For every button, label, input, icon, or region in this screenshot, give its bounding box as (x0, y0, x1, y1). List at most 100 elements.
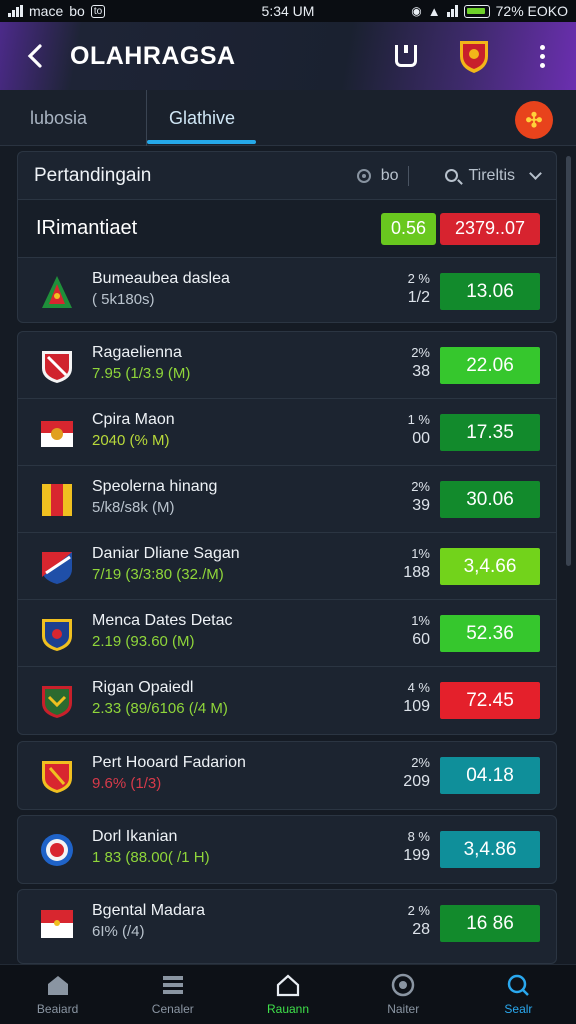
odds-button[interactable]: 13.06 (440, 273, 540, 310)
percent-label: 2 % (407, 903, 430, 918)
nav-label: Cenaler (151, 1002, 194, 1016)
count-label: 1/2 (407, 289, 430, 306)
share-button[interactable] (372, 22, 440, 90)
bottom-nav: Beaiard Cenaler Rauann Naiter Sealr (0, 964, 576, 1024)
filter-card: Pertandingain bo Tireltis IRimantiaet 0.… (17, 151, 557, 323)
match-details: 5/k8/s8k (M) (92, 499, 175, 516)
tab-lubosia[interactable]: lubosia (30, 90, 87, 146)
team-badge-button[interactable] (440, 22, 508, 90)
odds-button[interactable]: 72.45 (440, 682, 540, 719)
count-label: 39 (412, 497, 430, 514)
match-details: ( 5k180s) (92, 291, 155, 308)
target-icon (391, 973, 415, 997)
count-label: 199 (403, 847, 430, 864)
team-badge-icon (460, 41, 488, 73)
percent-label: 4 % (407, 680, 430, 695)
nav-label: Beaiard (36, 1002, 79, 1016)
count-label: 00 (412, 430, 430, 447)
tab-bar: lubosia Glathive (0, 90, 576, 146)
nav-item-cenaler[interactable]: Cenaler (115, 965, 230, 1024)
percent-label: 1 % (407, 412, 430, 427)
match-row[interactable]: Dorl Ikanian 1 83 (88.00( /1 H) 8 % 199 3,4.… (18, 816, 556, 883)
summary-green-value[interactable]: 0.56 (381, 212, 436, 245)
signal-strength-icon (446, 5, 458, 17)
home-icon (47, 976, 68, 995)
odds-button[interactable]: 22.06 (440, 347, 540, 384)
battery-icon (463, 4, 490, 18)
odds-button[interactable]: 3,4.66 (440, 548, 540, 585)
triangle-crest-icon (42, 276, 72, 308)
summary-row: IRimantiaet 0.56 2379..07 (18, 200, 556, 258)
nav-item-beaiard[interactable]: Beaiard (0, 965, 115, 1024)
team-name: Daniar Dliane Sagan (92, 545, 240, 562)
list-icon (162, 976, 183, 994)
battery-label: 72% EOKO (495, 3, 568, 19)
navy-shield-icon (42, 619, 72, 651)
nav-label: Sealr (504, 1002, 533, 1016)
percent-label: 2% (411, 479, 430, 494)
nav-item-naiter[interactable]: Naiter (346, 965, 461, 1024)
back-button[interactable] (0, 22, 70, 90)
match-card: Bgental Madara 6I% (/4) 2 % 28 16 86 (17, 889, 557, 964)
quick-action-button[interactable]: ✣ (515, 101, 553, 139)
sort-dropdown[interactable]: Tireltis (468, 167, 515, 185)
divider (408, 165, 410, 186)
scrollbar[interactable] (566, 156, 571, 566)
summary-red-value[interactable]: 2379..07 (440, 212, 540, 245)
tab-glathive[interactable]: Glathive (146, 90, 256, 146)
match-details: 1 83 (88.00( /1 H) (92, 849, 210, 866)
match-details: 6I% (/4) (92, 923, 145, 940)
notification-box-icon: to (90, 4, 106, 18)
odds-button[interactable]: 16 86 (440, 905, 540, 942)
odds-button[interactable]: 04.18 (440, 757, 540, 794)
match-row[interactable]: Speolerna hinang 5/k8/s8k (M) 2% 39 30.06 (18, 466, 556, 533)
nav-item-rauann[interactable]: Rauann (230, 965, 345, 1024)
percent-label: 8 % (407, 829, 430, 844)
nav-item-sealr[interactable]: Sealr (461, 965, 576, 1024)
chevron-down-icon[interactable] (529, 167, 542, 180)
match-row[interactable]: Menca Dates Detac 2.19 (93.60 (M) 1% 60 52.3… (18, 600, 556, 667)
percent-label: 1% (411, 546, 430, 561)
option-label[interactable]: bo (381, 167, 399, 185)
lion-flag-icon (41, 421, 73, 447)
count-label: 60 (412, 631, 430, 648)
odds-button[interactable]: 52.36 (440, 615, 540, 652)
match-row[interactable]: Daniar Dliane Sagan 7/19 (3/3:80 (32./M) 1… (18, 533, 556, 600)
match-row[interactable]: Cpira Maon 2040 (% M) 1 % 00 17.35 (18, 399, 556, 466)
kebab-icon (539, 44, 545, 68)
match-row[interactable]: Bumeaubea daslea ( 5k180s) 2 % 1/2 13.06 (18, 258, 556, 325)
option-icon[interactable] (356, 168, 371, 183)
eagle-shield-icon (42, 686, 72, 718)
match-row[interactable]: Rigan Opaiedl 2.33 (89/6106 (/4 M) 4 % 109 7… (18, 667, 556, 734)
house-outline-icon (276, 974, 300, 997)
count-label: 188 (403, 564, 430, 581)
back-arrow-icon (27, 44, 42, 68)
search-icon[interactable] (445, 169, 459, 182)
match-details: 2040 (% M) (92, 432, 170, 449)
odds-button[interactable]: 17.35 (440, 414, 540, 451)
odds-button[interactable]: 30.06 (440, 481, 540, 518)
count-label: 209 (403, 773, 430, 790)
match-card: Ragaelienna 7.95 (1/3.9 (M) 2% 38 22.06 Cpira… (17, 331, 557, 735)
match-row[interactable]: Bgental Madara 6I% (/4) 2 % 28 16 86 (18, 890, 556, 957)
alarm-icon: ◉ (411, 4, 422, 18)
notification-label: bo (69, 3, 85, 19)
match-card: Dorl Ikanian 1 83 (88.00( /1 H) 8 % 199 3,4.… (17, 815, 557, 884)
wifi-icon: ▲ (427, 3, 441, 19)
count-label: 28 (412, 921, 430, 938)
match-row[interactable]: Pert Hooard Fadarion 9.6% (1/3) 2% 209 04.18 (18, 742, 556, 809)
more-menu-button[interactable] (508, 22, 576, 90)
team-name: Pert Hooard Fadarion (92, 754, 246, 771)
odds-button[interactable]: 3,4.86 (440, 831, 540, 868)
percent-label: 1% (411, 613, 430, 628)
percent-label: 2 % (407, 271, 430, 286)
match-card: Pert Hooard Fadarion 9.6% (1/3) 2% 209 04.18 (17, 741, 557, 810)
red-white-flag-icon (41, 910, 73, 938)
stripe-flag-icon (42, 484, 72, 516)
share-icon (395, 45, 417, 67)
carrier-label: mace (29, 3, 64, 19)
red-gold-shield-icon (42, 761, 72, 793)
page-title: OLAHRAGSA (70, 41, 236, 70)
match-row[interactable]: Ragaelienna 7.95 (1/3.9 (M) 2% 38 22.06 (18, 332, 556, 399)
cell-signal-icon (8, 5, 23, 17)
